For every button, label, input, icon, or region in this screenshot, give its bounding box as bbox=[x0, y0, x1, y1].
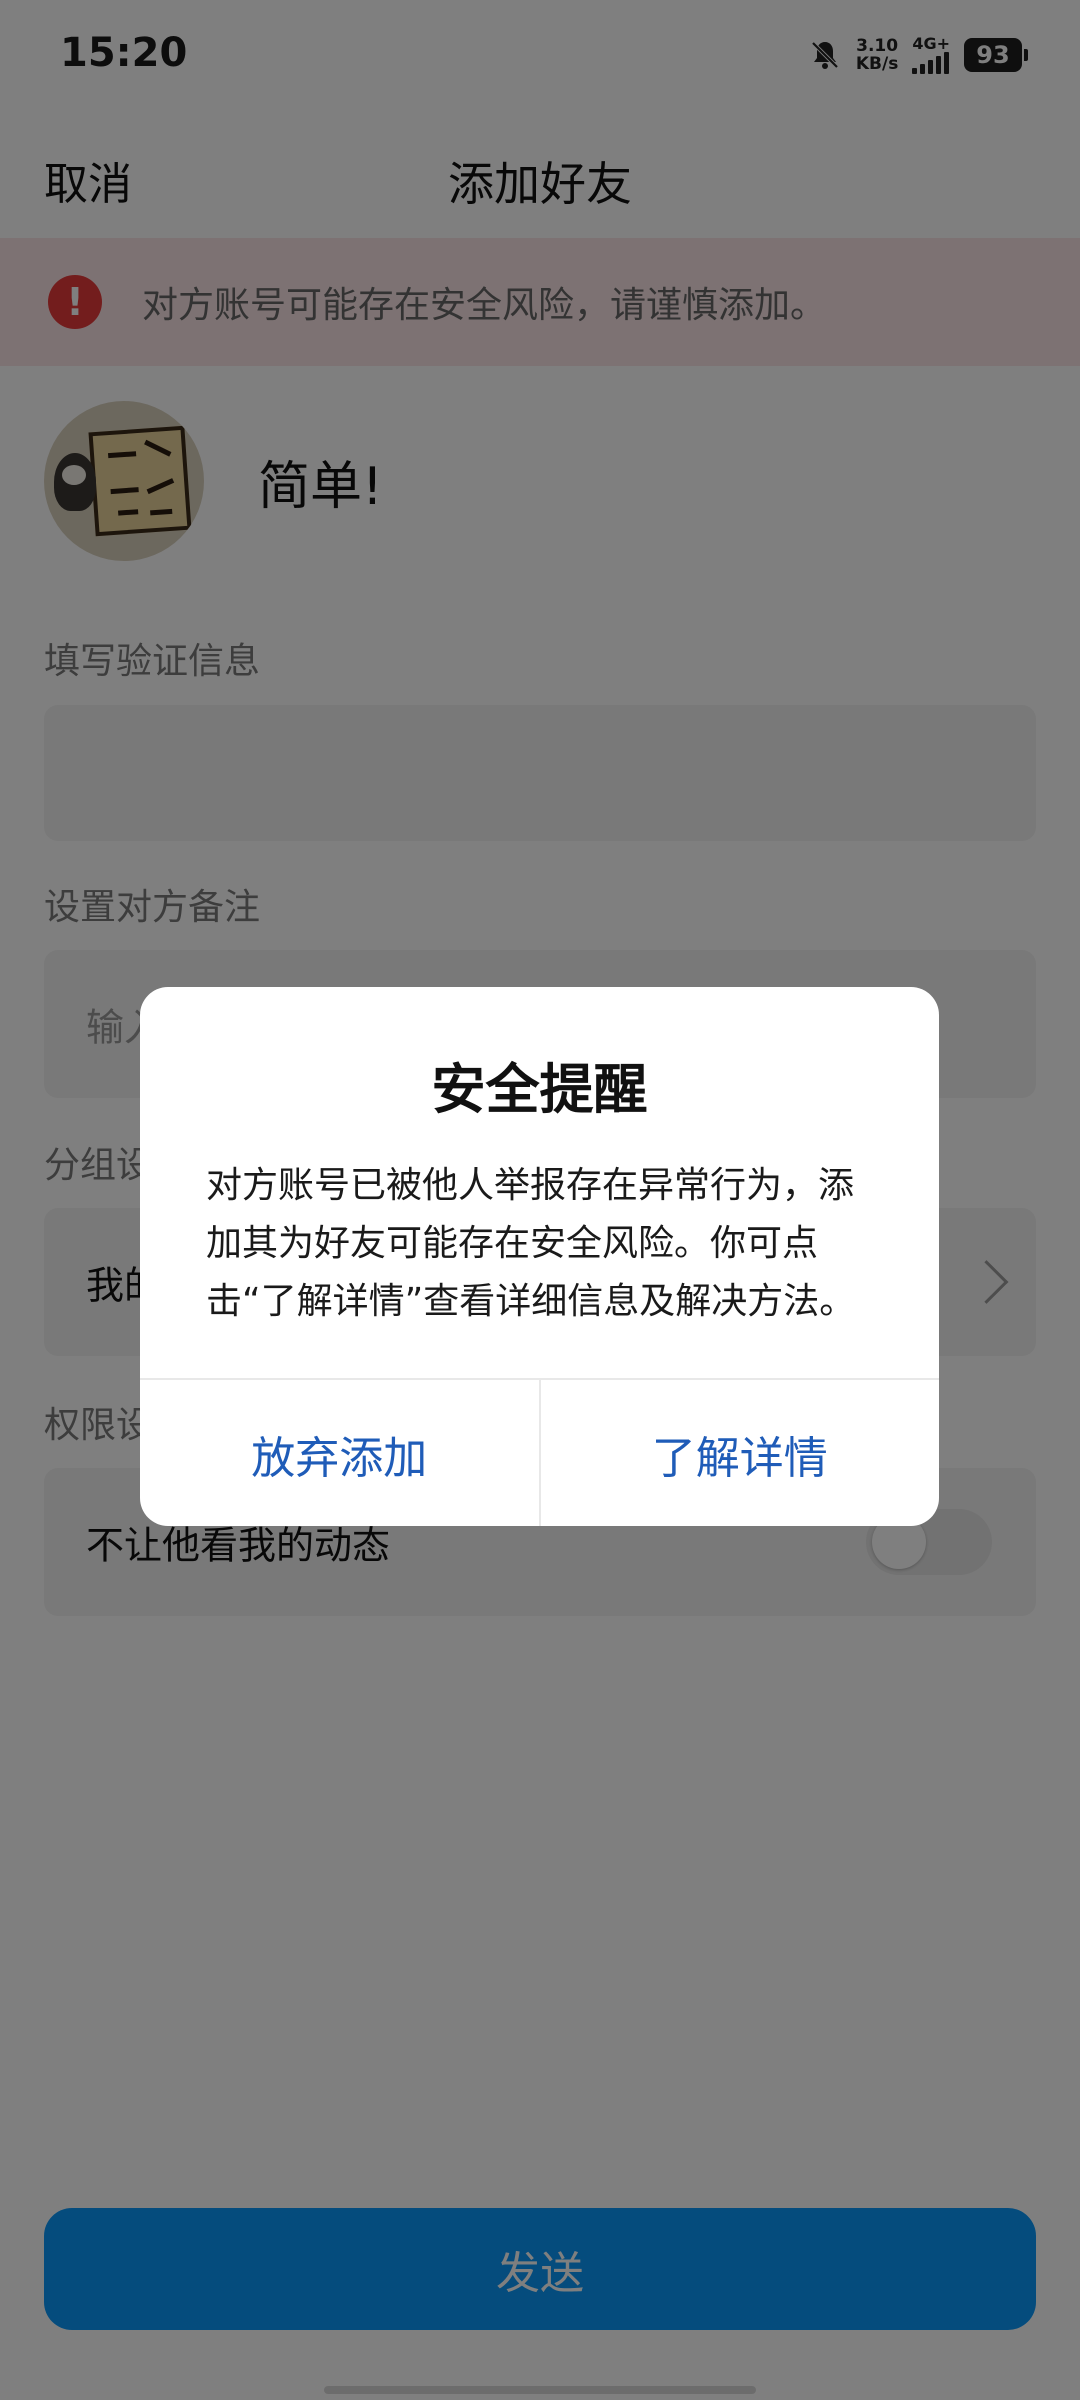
abandon-add-button[interactable]: 放弃添加 bbox=[140, 1380, 539, 1526]
dialog-message: 对方账号已被他人举报存在异常行为，添加其为好友可能存在安全风险。你可点击“了解详… bbox=[206, 1165, 856, 1322]
dialog-actions: 放弃添加 了解详情 bbox=[140, 1378, 939, 1526]
dialog-title: 安全提醒 bbox=[431, 1058, 648, 1121]
view-details-button[interactable]: 了解详情 bbox=[538, 1380, 940, 1526]
security-alert-dialog: 安全提醒 对方账号已被他人举报存在异常行为，添加其为好友可能存在安全风险。你可点… bbox=[140, 987, 939, 1526]
